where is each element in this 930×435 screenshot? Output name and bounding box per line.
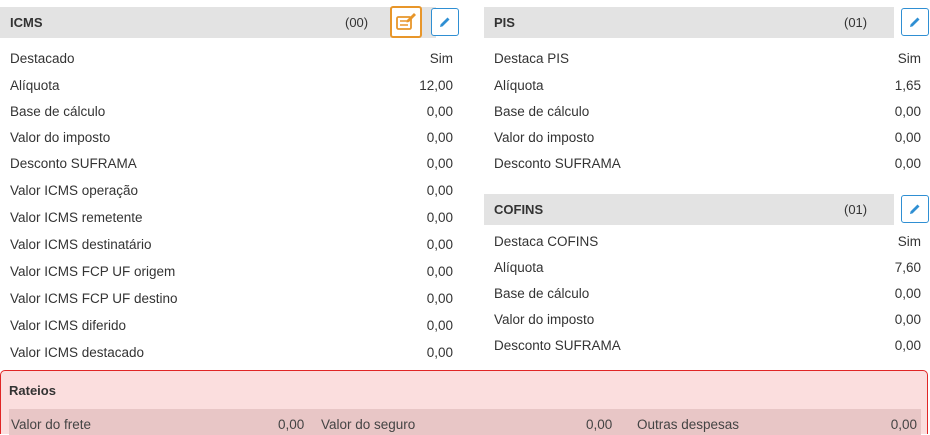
row-label: Desconto SUFRAMA: [494, 338, 621, 353]
calculator-edit-icon: [396, 13, 416, 30]
row-value: 0,00: [426, 183, 453, 198]
icms-edit-button[interactable]: [431, 8, 459, 36]
seguro-label: Valor do seguro: [321, 417, 416, 432]
row-label: Alíquota: [494, 260, 544, 275]
row-value: 0,00: [894, 312, 921, 327]
pis-edit-button[interactable]: [901, 8, 929, 36]
cofins-row: Base de cálculo 0,00: [484, 280, 928, 307]
row-value: 0,00: [426, 130, 453, 145]
rateios-values-bar: Valor do frete 0,00 Valor do seguro 0,00…: [9, 409, 921, 435]
icms-title: ICMS: [10, 15, 43, 30]
row-label: Valor ICMS FCP UF origem: [10, 264, 176, 279]
cofins-edit-button[interactable]: [901, 195, 929, 223]
icms-row: Valor ICMS FCP UF origem 0,00: [0, 258, 460, 285]
row-value: 0,00: [894, 130, 921, 145]
pis-row: Alíquota 1,65: [484, 72, 928, 99]
pencil-icon: [440, 17, 450, 27]
pencil-icon: [910, 17, 920, 27]
row-label: Valor ICMS destinatário: [10, 237, 152, 252]
icms-code: (00): [345, 15, 369, 30]
icms-row: Valor ICMS diferido 0,00: [0, 312, 460, 339]
row-value: 0,00: [426, 264, 453, 279]
row-value: 0,00: [426, 104, 453, 119]
icms-header: ICMS (00): [0, 7, 436, 38]
row-value: 0,00: [894, 286, 921, 301]
cofins-row: Alíquota 7,60: [484, 254, 928, 281]
cofins-panel: COFINS (01) Destaca COFINS Sim Alíquota …: [484, 190, 930, 368]
icms-row: Valor do imposto 0,00: [0, 124, 460, 151]
row-value: Sim: [429, 51, 453, 66]
frete-label: Valor do frete: [11, 417, 92, 432]
pis-title: PIS: [494, 15, 515, 30]
rateios-section: Rateios Valor do frete 0,00 Valor do seg…: [0, 370, 928, 435]
pis-code: (01): [844, 15, 868, 30]
seguro-value: 0,00: [586, 417, 613, 432]
row-label: Valor ICMS operação: [10, 183, 139, 198]
icms-row: Valor ICMS FCP UF destino 0,00: [0, 285, 460, 312]
row-label: Alíquota: [494, 78, 544, 93]
row-label: Desconto SUFRAMA: [494, 156, 621, 171]
pencil-icon: [910, 204, 920, 214]
row-value: 0,00: [426, 345, 453, 360]
pis-header: PIS (01): [484, 7, 894, 38]
row-label: Base de cálculo: [494, 286, 590, 301]
row-label: Valor ICMS remetente: [10, 210, 143, 225]
icms-row: Valor ICMS destacado 0,00: [0, 339, 460, 366]
cofins-row: Destaca COFINS Sim: [484, 228, 928, 255]
icms-row: Desconto SUFRAMA 0,00: [0, 150, 460, 177]
outras-label: Outras despesas: [637, 417, 740, 432]
row-value: 0,00: [426, 156, 453, 171]
row-label: Valor do imposto: [494, 130, 595, 145]
frete-value: 0,00: [278, 417, 305, 432]
row-value: 1,65: [894, 78, 921, 93]
icms-calc-button[interactable]: [390, 6, 422, 38]
row-label: Base de cálculo: [494, 104, 590, 119]
row-label: Alíquota: [10, 78, 60, 93]
pis-row: Destaca PIS Sim: [484, 45, 928, 72]
rateios-title: Rateios: [9, 383, 56, 398]
row-label: Valor do imposto: [10, 130, 111, 145]
icms-row: Base de cálculo 0,00: [0, 98, 460, 125]
pis-row: Base de cálculo 0,00: [484, 98, 928, 125]
cofins-row: Desconto SUFRAMA 0,00: [484, 332, 928, 359]
icms-row: Destacado Sim: [0, 45, 460, 72]
row-value: 0,00: [894, 338, 921, 353]
icms-row: Valor ICMS destinatário 0,00: [0, 231, 460, 258]
row-value: 0,00: [894, 156, 921, 171]
icms-row: Alíquota 12,00: [0, 72, 460, 99]
row-value: 12,00: [419, 78, 453, 93]
outras-value: 0,00: [890, 417, 917, 432]
row-label: Destacado: [10, 51, 75, 66]
row-label: Valor ICMS FCP UF destino: [10, 291, 178, 306]
row-label: Valor do imposto: [494, 312, 595, 327]
icms-panel: ICMS (00) Destacado Sim Alíquota 12,00 B…: [0, 0, 474, 368]
row-label: Valor ICMS diferido: [10, 318, 127, 333]
row-value: 0,00: [426, 210, 453, 225]
row-value: Sim: [897, 51, 921, 66]
row-value: 0,00: [426, 318, 453, 333]
row-value: 0,00: [894, 104, 921, 119]
row-label: Destaca PIS: [494, 51, 570, 66]
row-label: Destaca COFINS: [494, 234, 599, 249]
row-value: 7,60: [894, 260, 921, 275]
cofins-header: COFINS (01): [484, 194, 894, 225]
row-value: 0,00: [426, 237, 453, 252]
row-label: Desconto SUFRAMA: [10, 156, 137, 171]
row-value: 0,00: [426, 291, 453, 306]
row-value: Sim: [897, 234, 921, 249]
row-label: Base de cálculo: [10, 104, 106, 119]
row-label: Valor ICMS destacado: [10, 345, 145, 360]
icms-row: Valor ICMS operação 0,00: [0, 177, 460, 204]
cofins-title: COFINS: [494, 202, 544, 217]
pis-row: Desconto SUFRAMA 0,00: [484, 150, 928, 177]
cofins-row: Valor do imposto 0,00: [484, 306, 928, 333]
pis-row: Valor do imposto 0,00: [484, 124, 928, 151]
pis-panel: PIS (01) Destaca PIS Sim Alíquota 1,65 B…: [484, 0, 930, 180]
cofins-code: (01): [844, 202, 868, 217]
icms-row: Valor ICMS remetente 0,00: [0, 204, 460, 231]
